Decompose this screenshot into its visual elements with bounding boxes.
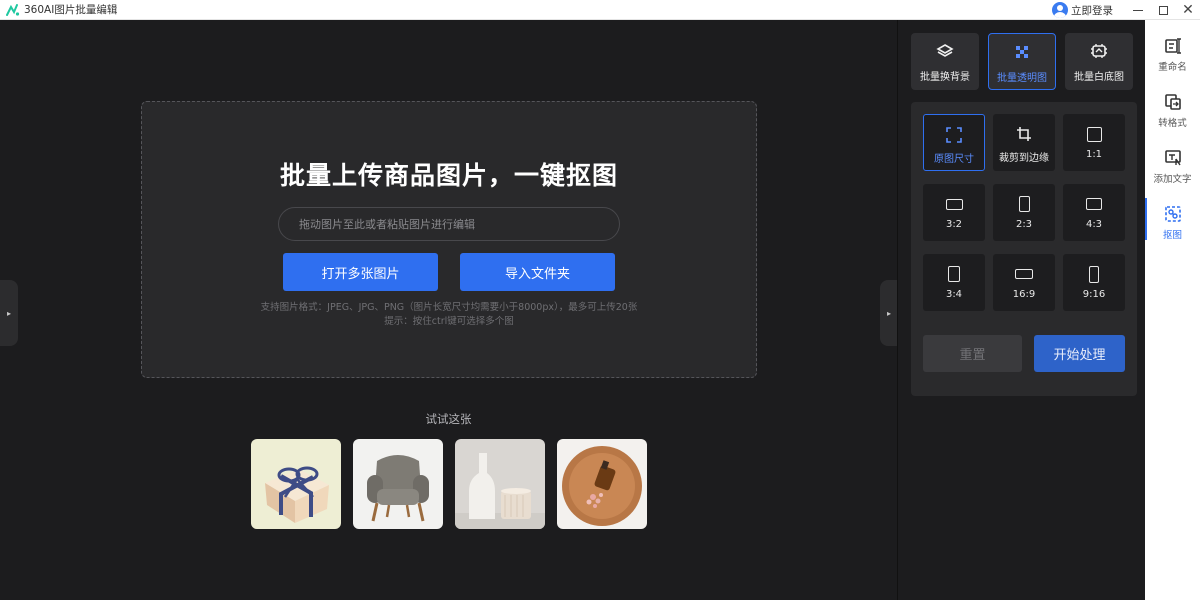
ratio-3-2[interactable]: 3:2 <box>923 184 985 241</box>
vase-image <box>455 439 545 529</box>
user-avatar-icon <box>1052 2 1068 18</box>
landscape-rect-icon <box>945 198 963 210</box>
title-bar: 360AI图片批量编辑 立即登录 ✕ <box>0 0 1200 20</box>
format-hint: 支持图片格式：JPEG、JPG、PNG（图片长宽尺寸均需要小于8000px），最… <box>260 302 638 313</box>
transparent-grid-icon <box>1016 46 1028 58</box>
left-collapse-toggle[interactable]: ▸ <box>0 280 18 346</box>
tool-label: 抠图 <box>1162 230 1182 241</box>
sample-gift-box[interactable] <box>251 439 341 529</box>
tool-label: 重命名 <box>1158 62 1187 73</box>
right-collapse-toggle[interactable]: ▸ <box>880 280 898 346</box>
ratio-options: 原图尺寸 裁剪到边缘 1:1 3:2 2:3 4:3 3:4 16:9 9:16… <box>911 102 1137 396</box>
minimize-icon <box>1133 9 1143 11</box>
ratio-label: 16:9 <box>1012 289 1036 300</box>
ratio-label: 裁剪到边缘 <box>999 153 1049 164</box>
ratio-label: 1:1 <box>1085 149 1103 160</box>
mode-batch-replace-bg[interactable]: 批量换背景 <box>911 33 979 90</box>
add-text-icon <box>1164 150 1181 166</box>
ratio-label: 原图尺寸 <box>934 154 974 165</box>
ratio-crop-to-edge[interactable]: 裁剪到边缘 <box>993 114 1055 171</box>
mode-batch-transparent[interactable]: 批量透明图 <box>988 33 1056 90</box>
main-canvas: ▸ ▸ 批量上传商品图片，一键抠图 打开多张图片 导入文件夹 支持图片格式：JP… <box>0 20 898 600</box>
paste-input[interactable] <box>278 207 620 241</box>
open-images-button[interactable]: 打开多张图片 <box>283 253 438 291</box>
maximize-button[interactable] <box>1151 0 1175 20</box>
ratio-original-size[interactable]: 原图尺寸 <box>923 114 985 171</box>
tool-rename[interactable]: 重命名 <box>1145 26 1200 76</box>
crop-icon <box>1017 127 1031 141</box>
tool-cutout[interactable]: 抠图 <box>1145 194 1200 244</box>
mode-label: 批量透明图 <box>997 73 1047 84</box>
ratio-label: 2:3 <box>1015 219 1033 230</box>
settings-panel: 批量换背景 批量透明图 批量白底图 原图尺寸 裁剪到边缘 1:1 3:2 2:3… <box>897 20 1145 600</box>
app-title: 360AI图片批量编辑 <box>24 4 118 16</box>
reset-button[interactable]: 重置 <box>923 335 1022 372</box>
chevron-right-icon: ▸ <box>6 308 11 318</box>
original-size-icon <box>946 127 962 143</box>
convert-format-icon <box>1164 94 1181 110</box>
white-bg-icon <box>1091 44 1107 58</box>
tool-label: 添加文字 <box>1153 174 1192 185</box>
try-samples-label: 试试这张 <box>425 412 472 426</box>
perfume-tray-image <box>557 439 647 529</box>
upload-title: 批量上传商品图片，一键抠图 <box>279 161 618 190</box>
tall-rect-icon <box>1089 265 1099 283</box>
ratio-label: 4:3 <box>1085 219 1103 230</box>
ratio-label: 9:16 <box>1082 289 1106 300</box>
wide-rect-icon <box>1015 269 1033 279</box>
portrait-rect-icon <box>948 266 960 282</box>
armchair-image <box>353 439 443 529</box>
ratio-9-16[interactable]: 9:16 <box>1063 254 1125 311</box>
ratio-label: 3:2 <box>945 219 963 230</box>
right-toolbar: 重命名 转格式 添加文字 抠图 <box>1145 20 1200 600</box>
mode-label: 批量白底图 <box>1074 72 1124 83</box>
ratio-2-3[interactable]: 2:3 <box>993 184 1055 241</box>
minimize-button[interactable] <box>1126 0 1150 20</box>
tool-convert-format[interactable]: 转格式 <box>1145 82 1200 132</box>
ratio-4-3[interactable]: 4:3 <box>1063 184 1125 241</box>
ratio-3-4[interactable]: 3:4 <box>923 254 985 311</box>
square-icon <box>1086 126 1102 142</box>
start-processing-button[interactable]: 开始处理 <box>1034 335 1125 372</box>
close-button[interactable]: ✕ <box>1176 0 1200 20</box>
layers-icon <box>936 44 954 57</box>
cutout-icon <box>1164 206 1181 222</box>
upload-dropzone[interactable]: 批量上传商品图片，一键抠图 打开多张图片 导入文件夹 支持图片格式：JPEG、J… <box>141 101 757 378</box>
maximize-icon <box>1158 5 1168 15</box>
ratio-label: 3:4 <box>945 289 963 300</box>
sample-perfume-tray[interactable] <box>557 439 647 529</box>
mode-batch-white-bg[interactable]: 批量白底图 <box>1065 33 1133 90</box>
rename-icon <box>1164 38 1181 54</box>
tool-label: 转格式 <box>1158 118 1187 129</box>
tool-add-text[interactable]: 添加文字 <box>1145 138 1200 188</box>
sample-armchair[interactable] <box>353 439 443 529</box>
chevron-right-icon: ▸ <box>886 308 891 318</box>
app-logo-icon <box>6 4 20 16</box>
import-folder-button[interactable]: 导入文件夹 <box>460 253 615 291</box>
sample-vase[interactable] <box>455 439 545 529</box>
ctrl-hint: 提示：按住ctrl键可选择多个图 <box>384 316 514 327</box>
close-icon: ✕ <box>1182 2 1194 18</box>
gift-box-image <box>251 439 341 529</box>
ratio-1-1[interactable]: 1:1 <box>1063 114 1125 171</box>
login-label: 立即登录 <box>1071 4 1113 17</box>
landscape-rect-icon <box>1086 198 1102 210</box>
ratio-16-9[interactable]: 16:9 <box>993 254 1055 311</box>
portrait-rect-icon <box>1018 196 1030 212</box>
mode-label: 批量换背景 <box>920 72 970 83</box>
login-button[interactable]: 立即登录 <box>1052 1 1113 19</box>
